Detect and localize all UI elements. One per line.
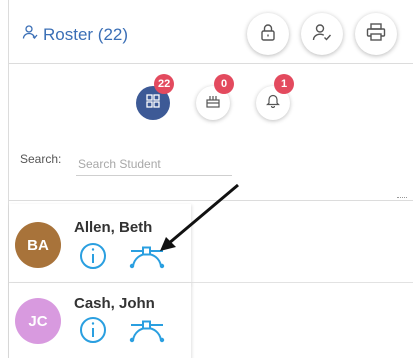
filter-alerts-button[interactable]: 1 <box>256 74 294 120</box>
student-info-button[interactable] <box>78 316 108 349</box>
filter-birthday-button[interactable]: 0 <box>196 74 234 120</box>
search-label: Search: <box>20 152 62 166</box>
print-button[interactable] <box>355 13 397 55</box>
filter-all-count-badge: 22 <box>154 74 175 94</box>
list-divider <box>9 200 413 201</box>
roster-title: Roster (22) <box>22 24 128 45</box>
avatar: BA <box>15 222 61 268</box>
student-icon <box>22 24 43 45</box>
student-path-button[interactable] <box>127 243 167 273</box>
roster-title-text: Roster (22) <box>43 24 129 44</box>
student-path-button[interactable] <box>127 317 167 347</box>
bezier-curve-icon <box>128 316 166 349</box>
birthday-cake-icon <box>205 94 221 113</box>
roster-header: Roster (22) <box>9 0 413 64</box>
bell-icon <box>266 93 280 113</box>
filter-birthday-count-badge: 0 <box>214 74 234 94</box>
student-info-button[interactable] <box>78 242 108 275</box>
grid-icon <box>146 93 160 113</box>
search-input[interactable] <box>76 148 232 176</box>
filter-alerts-count-badge: 1 <box>274 74 294 94</box>
roster-panel: Roster (22) 22 0 1 Search: Search Studen… <box>8 0 413 358</box>
lock-icon <box>260 23 276 46</box>
student-name: Allen, Beth <box>74 219 153 236</box>
student-name: Cash, John <box>74 295 155 312</box>
avatar: JC <box>15 298 61 344</box>
lock-button[interactable] <box>247 13 289 55</box>
info-icon <box>79 316 107 349</box>
check-student-button[interactable] <box>301 13 343 55</box>
printer-icon <box>366 22 386 46</box>
student-card[interactable]: BA Allen, Beth <box>9 204 191 284</box>
info-icon <box>79 242 107 275</box>
filter-all-button[interactable]: 22 <box>136 74 175 120</box>
scroll-indicator <box>397 197 407 201</box>
user-check-icon <box>312 23 332 46</box>
student-card[interactable]: JC Cash, John <box>9 283 191 358</box>
bezier-curve-icon <box>128 242 166 275</box>
